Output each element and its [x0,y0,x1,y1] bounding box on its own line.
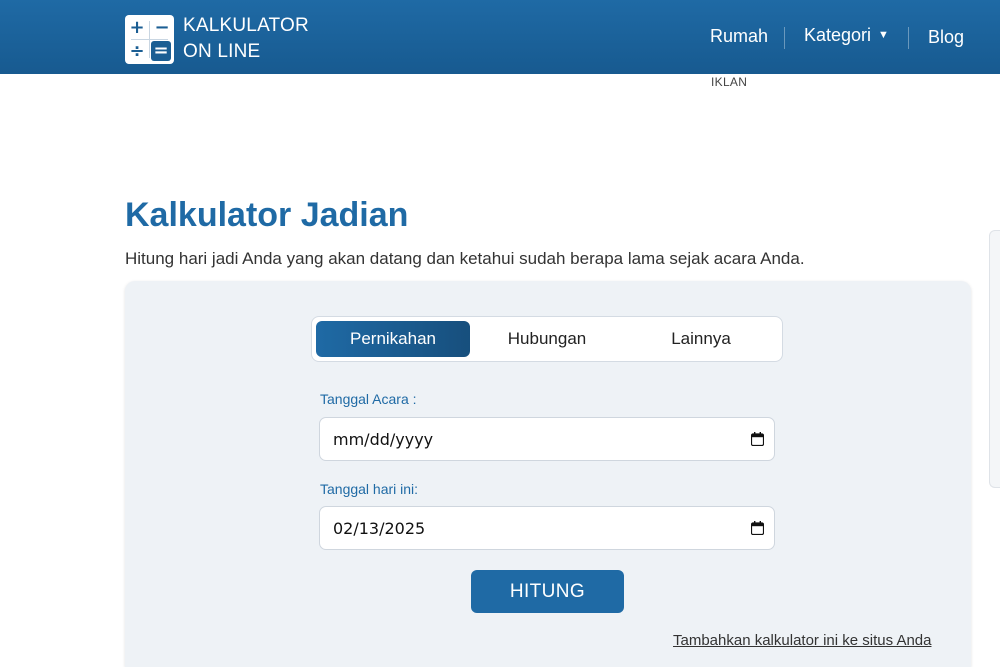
page-title: Kalkulator Jadian [125,196,409,234]
nav-divider [784,27,785,49]
side-widget-edge [989,230,1000,488]
calculate-button[interactable]: HITUNG [471,570,624,613]
nav-divider [908,27,909,49]
minus-glyph: − [154,16,170,38]
ad-label: IKLAN [711,75,748,89]
calendar-icon[interactable] [751,521,764,535]
nav-categories-dropdown[interactable]: Kategori ▼ [804,25,889,46]
tab-pernikahan[interactable]: Pernikahan [316,321,470,357]
today-date-value: 02/13/2025 [333,518,426,538]
equals-glyph: = [151,40,171,61]
top-navigation-bar: + − ÷ = KALKULATOR ON LINE Rumah Kategor… [0,0,1000,74]
logo-wordmark: KALKULATOR ON LINE [183,13,309,65]
event-date-value: mm/dd/yyyy [333,429,434,449]
nav-blog-link[interactable]: Blog [928,27,964,48]
logo-line-2: ON LINE [183,41,261,62]
logo-line-1: KALKULATOR [183,15,309,36]
embed-calculator-link[interactable]: Tambahkan kalkulator ini ke situs Anda [673,632,931,649]
page-description: Hitung hari jadi Anda yang akan datang d… [125,249,805,268]
tab-lainnya[interactable]: Lainnya [624,321,778,357]
plus-glyph: + [129,16,145,38]
calculator-logo-icon: + − ÷ = [125,14,174,64]
event-date-input[interactable]: mm/dd/yyyy [319,417,775,461]
divide-glyph: ÷ [129,40,145,62]
event-date-label: Tanggal Acara : [320,391,417,407]
nav-home-link[interactable]: Rumah [710,26,768,47]
tab-hubungan[interactable]: Hubungan [470,321,624,357]
today-date-input[interactable]: 02/13/2025 [319,506,775,550]
calendar-icon[interactable] [751,432,764,446]
caret-down-icon: ▼ [878,28,889,41]
today-date-label: Tanggal hari ini: [320,481,419,497]
site-logo[interactable]: + − ÷ = KALKULATOR ON LINE [125,13,309,65]
event-type-tabs: Pernikahan Hubungan Lainnya [311,316,783,362]
nav-categories-label: Kategori [804,25,872,45]
